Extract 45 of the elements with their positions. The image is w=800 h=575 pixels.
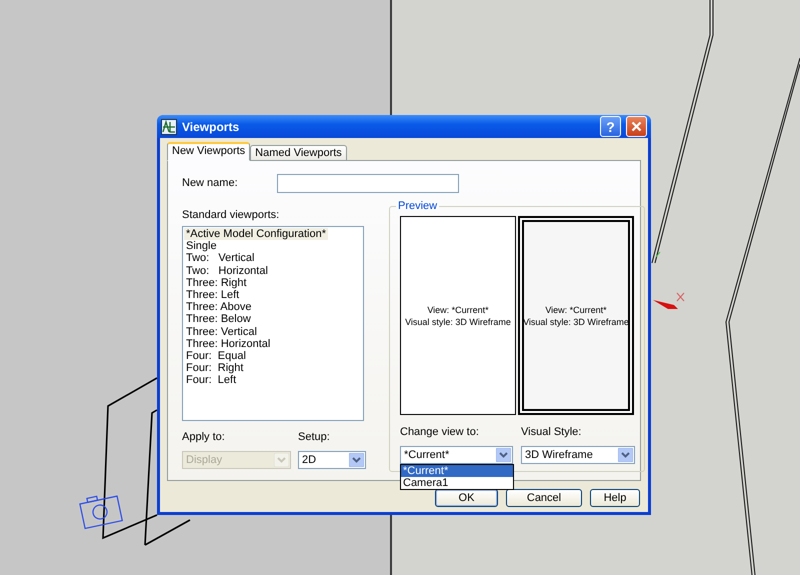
dialog-button[interactable]: Help bbox=[590, 489, 640, 507]
pane-view-text: View: *Current* bbox=[427, 304, 489, 316]
list-item[interactable]: Three: Right bbox=[184, 276, 249, 290]
tab[interactable]: Named Viewports bbox=[250, 145, 347, 161]
ucs-icon bbox=[653, 252, 684, 309]
dialog-button[interactable]: OK bbox=[435, 489, 498, 507]
pane-style-text: Visual style: 3D Wireframe bbox=[523, 316, 629, 328]
dialog-button[interactable]: Cancel bbox=[506, 489, 582, 507]
pane-view-text: View: *Current* bbox=[545, 304, 607, 316]
dropdown-arrow-icon[interactable] bbox=[618, 448, 633, 462]
list-item[interactable]: Single bbox=[184, 240, 219, 252]
list-item[interactable]: *Active Model Configuration* bbox=[184, 228, 328, 240]
visual-style-dropdown[interactable]: 3D Wireframe bbox=[521, 446, 635, 464]
group-label: Preview bbox=[396, 200, 440, 212]
list-item[interactable]: Three: Horizontal bbox=[184, 338, 272, 350]
close-icon bbox=[631, 121, 642, 132]
camera-icon bbox=[79, 495, 123, 530]
list-item[interactable]: Three: Below bbox=[184, 313, 253, 326]
dropdown-option[interactable]: *Current* bbox=[401, 465, 513, 477]
change-view-dropdown[interactable]: *Current* bbox=[400, 446, 513, 464]
list-item[interactable]: Two: Vertical bbox=[184, 252, 256, 265]
list-item[interactable]: Three: Left bbox=[184, 289, 242, 302]
dropdown-arrow-icon[interactable] bbox=[349, 453, 364, 467]
field-label: Change view to: bbox=[400, 426, 480, 438]
field-label: Visual Style: bbox=[521, 426, 582, 438]
close-button[interactable] bbox=[626, 116, 647, 137]
field-label: New name: bbox=[182, 177, 238, 189]
field-label: Apply to: bbox=[182, 431, 226, 443]
preview-pane[interactable]: View: *Current* Visual style: 3D Wireframe bbox=[400, 216, 516, 415]
tab[interactable]: New Viewports bbox=[167, 142, 250, 161]
setup-dropdown[interactable]: 2D bbox=[298, 451, 366, 469]
pane-style-text: Visual style: 3D Wireframe bbox=[405, 316, 511, 328]
name-input-field[interactable] bbox=[276, 174, 459, 192]
list-item[interactable]: Four: Left bbox=[184, 374, 238, 387]
dropdown-arrow-icon[interactable] bbox=[496, 448, 511, 462]
app-icon bbox=[161, 118, 177, 134]
field-label: Setup: bbox=[298, 431, 331, 443]
field-label: Standard viewports: bbox=[182, 209, 280, 221]
list-item[interactable]: Four: Equal bbox=[184, 350, 248, 362]
list-item[interactable]: Three: Vertical bbox=[184, 326, 259, 338]
list-item[interactable]: Three: Above bbox=[184, 301, 254, 314]
list-item[interactable]: Four: Right bbox=[184, 362, 246, 374]
window-title: Viewports bbox=[182, 120, 240, 134]
preview-pane[interactable]: View: *Current* Visual style: 3D Wireframe bbox=[518, 216, 634, 415]
list-item[interactable]: Two: Horizontal bbox=[184, 264, 270, 277]
